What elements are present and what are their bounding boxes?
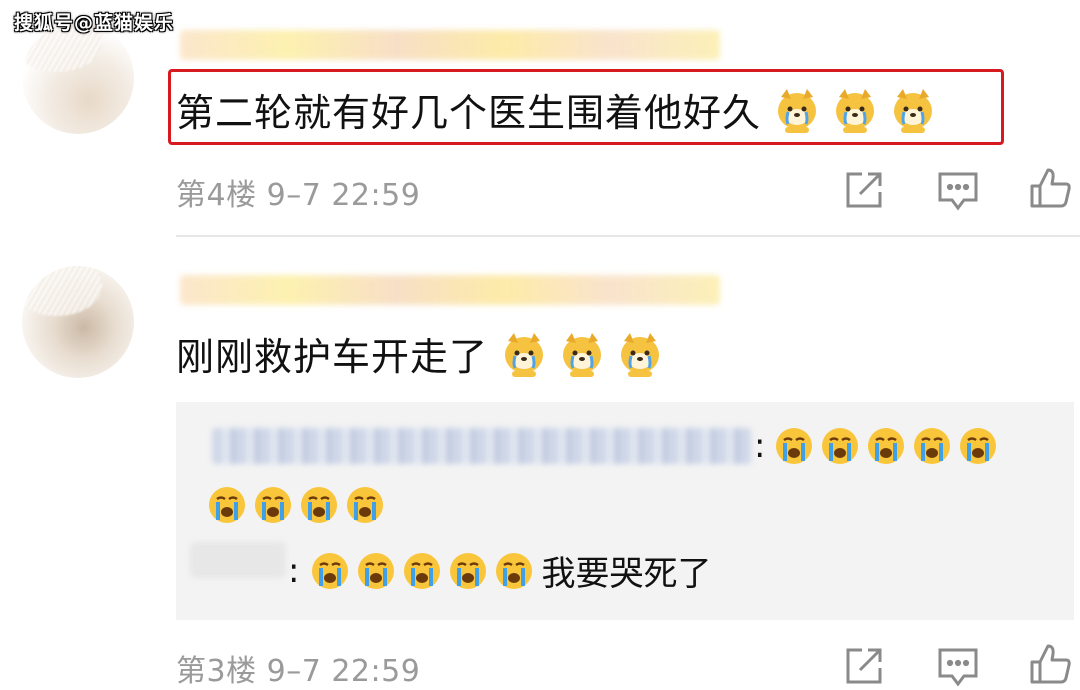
reply-colon: : bbox=[754, 426, 766, 466]
loudly-crying-face-icon bbox=[254, 486, 292, 524]
crying-doge-icon bbox=[891, 87, 935, 133]
reply-text: 我要哭死了 bbox=[541, 554, 712, 594]
divider bbox=[176, 235, 1080, 237]
loudly-crying-face-icon bbox=[775, 427, 813, 465]
avatar[interactable] bbox=[22, 22, 134, 134]
loudly-crying-face-icon bbox=[495, 552, 533, 590]
loudly-crying-face-icon bbox=[821, 427, 859, 465]
share-icon[interactable] bbox=[842, 168, 886, 212]
comment-meta: 第4楼 9–7 22:59 bbox=[176, 178, 421, 213]
comment-icon[interactable] bbox=[936, 168, 980, 212]
username-blurred[interactable] bbox=[180, 30, 720, 60]
watermark: 搜狐号@蓝猫娱乐 bbox=[14, 12, 175, 34]
loudly-crying-face-icon bbox=[867, 427, 905, 465]
loudly-crying-face-icon bbox=[357, 552, 395, 590]
loudly-crying-face-icon bbox=[403, 552, 441, 590]
reply-username-blurred[interactable] bbox=[190, 542, 286, 578]
reply-line-2 bbox=[208, 486, 392, 524]
loudly-crying-face-icon bbox=[959, 427, 997, 465]
reply-line-3: : 我要哭死了 bbox=[288, 546, 711, 595]
share-icon[interactable] bbox=[842, 644, 886, 688]
crying-doge-icon bbox=[560, 331, 604, 377]
comment-text-floor-3: 刚刚救护车开走了 bbox=[176, 326, 662, 381]
loudly-crying-face-icon bbox=[346, 486, 384, 524]
like-icon[interactable] bbox=[1028, 166, 1072, 210]
reply-box[interactable]: : : 我要哭死了 bbox=[176, 402, 1074, 620]
loudly-crying-face-icon bbox=[208, 486, 246, 524]
reply-colon: : bbox=[288, 550, 300, 591]
comment-icon[interactable] bbox=[936, 644, 980, 688]
username-blurred[interactable] bbox=[180, 275, 720, 305]
comment-text-floor-4: 第二轮就有好几个医生围着他好久 bbox=[176, 82, 935, 137]
crying-doge-icon bbox=[775, 87, 819, 133]
crying-doge-icon bbox=[833, 87, 877, 133]
loudly-crying-face-icon bbox=[913, 427, 951, 465]
reply-username-blurred[interactable] bbox=[212, 428, 752, 464]
loudly-crying-face-icon bbox=[449, 552, 487, 590]
avatar[interactable] bbox=[22, 266, 134, 378]
loudly-crying-face-icon bbox=[311, 552, 349, 590]
crying-doge-icon bbox=[502, 331, 546, 377]
comment-text: 第二轮就有好几个医生围着他好久 bbox=[176, 91, 762, 135]
crying-doge-icon bbox=[618, 331, 662, 377]
reply-line-1: : bbox=[754, 426, 1005, 466]
comment-text: 刚刚救护车开走了 bbox=[176, 335, 489, 379]
comment-meta: 第3楼 9–7 22:59 bbox=[176, 654, 421, 689]
loudly-crying-face-icon bbox=[300, 486, 338, 524]
like-icon[interactable] bbox=[1028, 642, 1072, 686]
